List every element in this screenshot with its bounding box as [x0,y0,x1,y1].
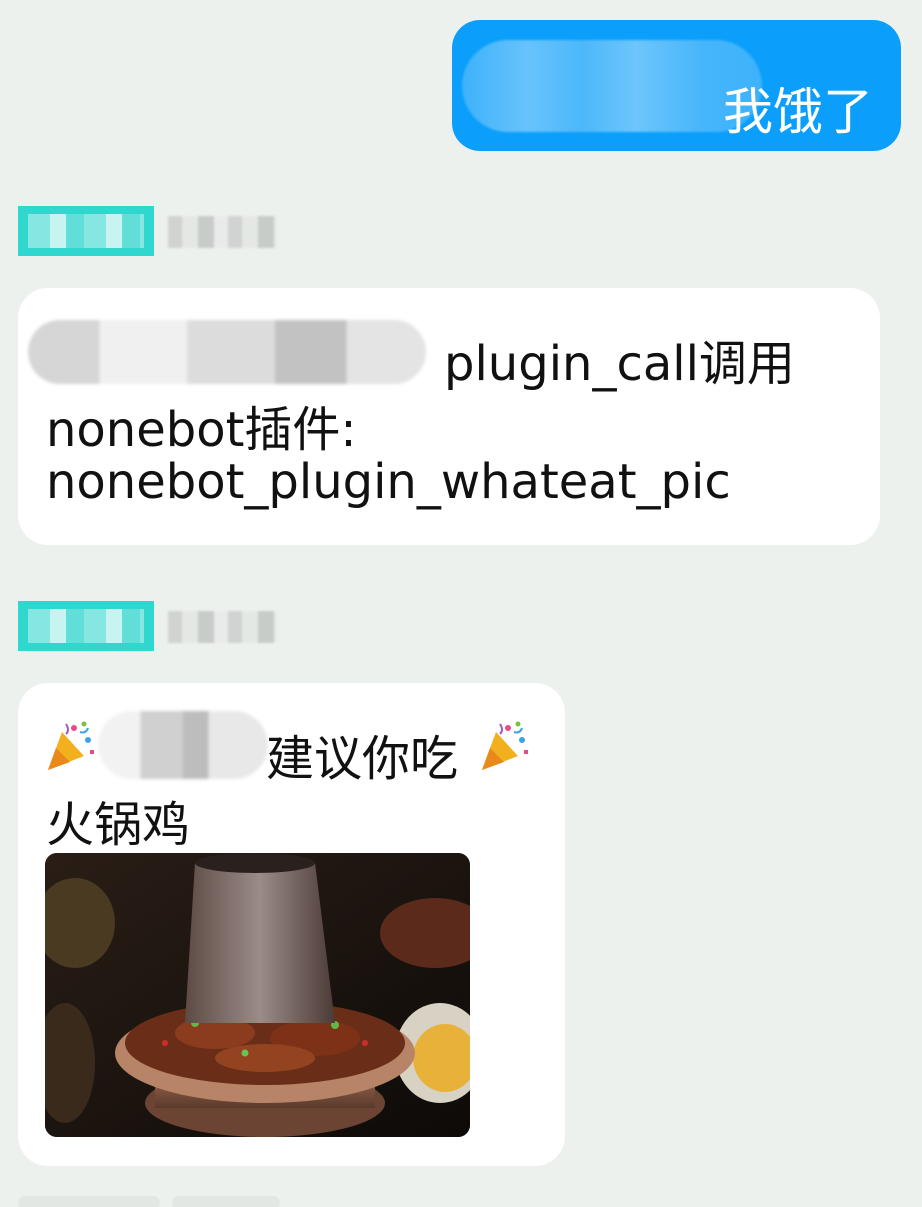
message-line: plugin_call调用 [444,336,795,392]
sender-name-redacted[interactable] [18,601,154,651]
party-popper-icon [478,717,530,775]
incoming-message-bubble[interactable]: plugin_call调用 nonebot插件: nonebot_plugin_… [18,288,880,545]
sender-tag-redacted [168,216,278,248]
hotpot-chicken-photo[interactable] [45,853,470,1137]
redacted-mention [98,711,268,779]
message-line: nonebot插件: [46,402,357,458]
party-popper-icon [44,717,96,775]
incoming-message-bubble[interactable]: 建议你吃 火锅鸡 [18,683,565,1166]
outgoing-message-text: 我饿了 [723,83,873,141]
sender-tag-redacted [168,611,278,643]
next-sender-name-redacted [18,1196,160,1207]
outgoing-message-bubble[interactable]: 我饿了 [452,20,901,151]
message-line: 火锅鸡 [46,797,191,853]
chat-view: 我饿了 plugin_call调用 nonebot插件: nonebot_plu… [0,0,922,1207]
sender-name-redacted[interactable] [18,206,154,256]
next-sender-tag-redacted [172,1196,280,1207]
message-line: 建议你吃 [266,731,459,787]
redacted-text [28,320,426,384]
message-line: nonebot_plugin_whateat_pic [46,454,731,510]
redacted-mention [462,40,762,132]
